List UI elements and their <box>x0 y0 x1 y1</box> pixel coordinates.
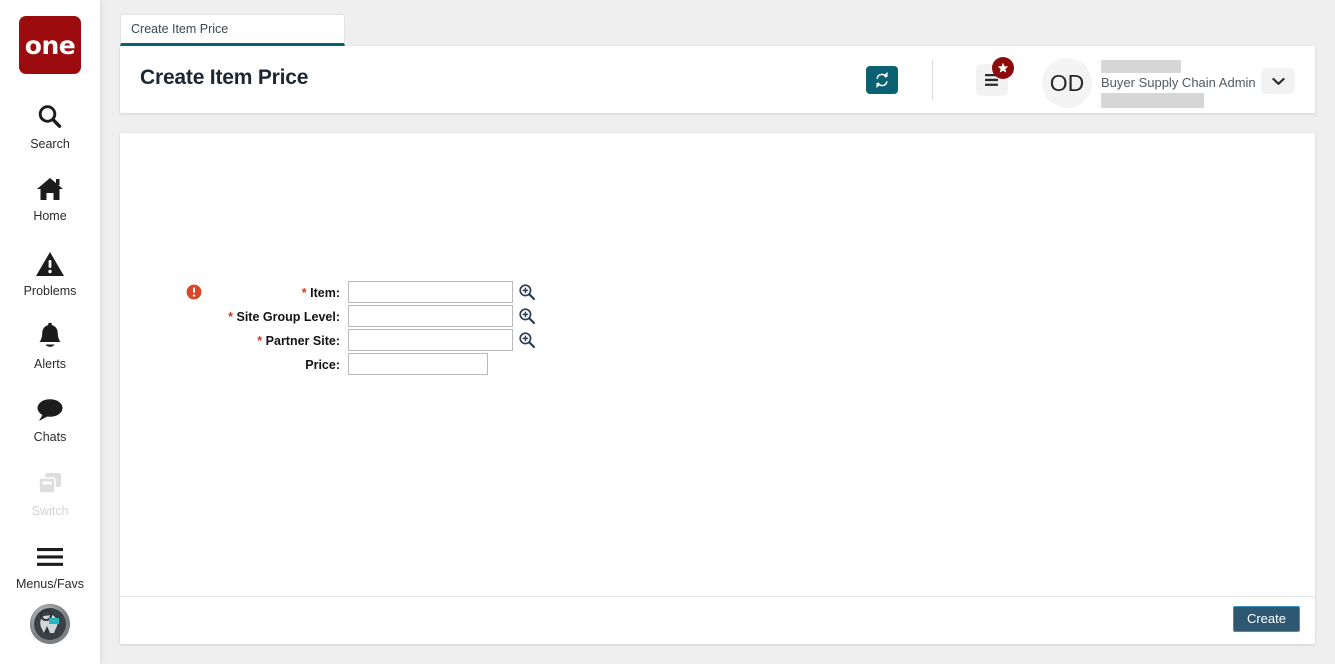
content-panel: * Item: * Site Group Level: * Partner Site… <box>120 133 1315 644</box>
field-label-partner_site: * Partner Site: <box>257 334 340 348</box>
redacted-user-name <box>1101 60 1181 73</box>
field-input-price[interactable] <box>348 353 488 375</box>
field-label-price: Price: <box>120 353 340 377</box>
field-input-partner_site[interactable] <box>348 329 513 351</box>
user-avatar[interactable]: OD <box>1042 58 1092 108</box>
form-row-partner_site: * Partner Site: <box>120 329 550 353</box>
sidebar-item-label: Menus/Favs <box>15 577 85 591</box>
sidebar-item-label: Chats <box>33 430 67 444</box>
field-label-item: * Item: <box>301 286 340 300</box>
sidebar-item-label: Problems <box>23 284 77 298</box>
lookup-search-icon-site_group_level[interactable] <box>518 307 536 325</box>
sidebar-user-avatar[interactable] <box>30 604 70 644</box>
user-menu-button[interactable] <box>1261 68 1295 94</box>
search-icon <box>0 100 100 134</box>
sidebar-item-label: Alerts <box>34 357 66 371</box>
form-row-site_group_level: * Site Group Level: <box>120 305 550 329</box>
home-icon <box>0 172 100 206</box>
sidebar-item-label: Search <box>30 137 70 151</box>
redacted-organization <box>1101 93 1204 108</box>
sidebar-item-alerts[interactable]: Alerts <box>0 320 100 372</box>
application-root: one Search Home Problems Alerts Chats Switch M… <box>0 0 1335 664</box>
app-logo-text: one <box>24 30 76 60</box>
switch-icon <box>0 467 100 501</box>
sidebar-item-menus-favs[interactable]: Menus/Favs <box>0 540 100 592</box>
user-initials: OD <box>1049 69 1085 96</box>
list-menu-button[interactable] <box>976 64 1008 96</box>
app-logo[interactable]: one <box>19 16 81 74</box>
user-role-label: Buyer Supply Chain Admin <box>1101 75 1256 90</box>
bell-icon <box>0 320 100 354</box>
tab-strip: Create Item Price <box>120 14 1315 46</box>
left-sidebar: one Search Home Problems Alerts Chats Switch M… <box>0 0 100 664</box>
sidebar-item-chats[interactable]: Chats <box>0 393 100 445</box>
tab-label: Create Item Price <box>131 22 229 36</box>
list-menu-icon <box>985 74 998 86</box>
refresh-icon <box>876 72 888 88</box>
sidebar-item-home[interactable]: Home <box>0 172 100 224</box>
field-input-site_group_level[interactable] <box>348 305 513 327</box>
refresh-button[interactable] <box>866 66 898 94</box>
user-info[interactable]: Buyer Supply Chain Admin <box>1101 58 1256 108</box>
field-label-site_group_level: * Site Group Level: <box>228 310 341 324</box>
page-header: Create Item Price OD Buyer Supply Chain … <box>120 46 1315 113</box>
lookup-search-icon-item[interactable] <box>518 283 536 301</box>
field-label-text: Site Group Level: <box>236 310 341 324</box>
header-divider <box>932 60 933 100</box>
field-label-text: Price: <box>305 358 340 372</box>
chat-icon <box>0 393 100 427</box>
hamburger-icon <box>0 540 100 574</box>
field-label-text: Item: <box>310 286 340 300</box>
item-price-form: * Item: * Site Group Level: * Partner Site… <box>120 133 1315 596</box>
lookup-search-icon-partner_site[interactable] <box>518 331 536 349</box>
form-row-item: * Item: <box>120 281 550 305</box>
form-row-price: Price: <box>120 353 550 377</box>
chevron-down-icon <box>1271 77 1285 85</box>
sidebar-item-switch: Switch <box>0 467 100 519</box>
form-footer: Create <box>120 596 1315 644</box>
user-avatar-image <box>30 604 70 644</box>
field-label-text: Partner Site: <box>265 334 340 348</box>
create-button[interactable]: Create <box>1232 606 1300 632</box>
tab-create-item-price[interactable]: Create Item Price <box>120 14 345 46</box>
sidebar-item-problems[interactable]: Problems <box>0 247 100 299</box>
page-title: Create Item Price <box>140 66 309 89</box>
sidebar-item-search[interactable]: Search <box>0 100 100 152</box>
field-input-item[interactable] <box>348 281 513 303</box>
warning-icon <box>0 247 100 281</box>
sidebar-item-label: Switch <box>31 504 69 518</box>
sidebar-item-label: Home <box>33 209 67 223</box>
